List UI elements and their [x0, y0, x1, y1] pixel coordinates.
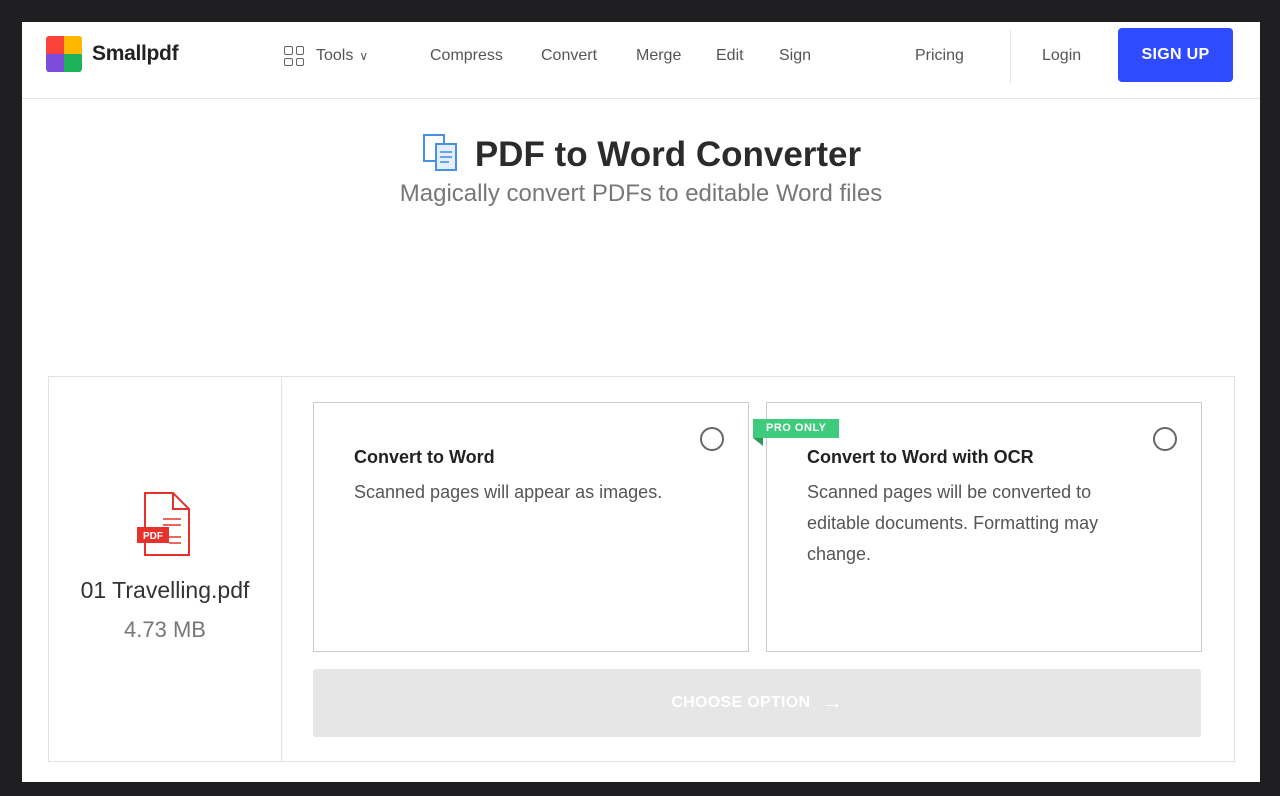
page-heading: PDF to Word Converter: [22, 132, 1260, 177]
option-title: Convert to Word: [354, 447, 495, 467]
brand-name: Smallpdf: [92, 42, 179, 65]
smallpdf-logo-icon: [46, 36, 82, 72]
option-convert-with-ocr[interactable]: PRO ONLY Convert to Word with OCR Scanne…: [753, 402, 1202, 652]
option-description: Scanned pages will be converted to edita…: [807, 482, 1099, 564]
nav-divider: [1010, 30, 1011, 84]
login-label: Login: [1042, 47, 1082, 64]
login-link[interactable]: Login: [1042, 22, 1081, 90]
arrow-right-icon: →: [822, 691, 843, 714]
logo[interactable]: Smallpdf: [46, 36, 179, 72]
nav-label: Sign: [779, 47, 812, 64]
option-convert-to-word[interactable]: Convert to Word Scanned pages will appea…: [313, 402, 749, 652]
top-navigation: Smallpdf Tools ∨ Compress Convert Merge …: [22, 22, 1260, 99]
pdf-file-icon: PDF: [137, 491, 195, 562]
pdf-to-word-icon: [421, 132, 461, 177]
pro-only-badge: PRO ONLY: [753, 419, 840, 446]
nav-link-merge[interactable]: Merge: [636, 22, 681, 90]
radio-button[interactable]: [1153, 427, 1177, 451]
file-name: 01 Travelling.pdf: [80, 577, 250, 603]
conversion-panel: PDF 01 Travelling.pdf 4.73 MB Convert to…: [48, 376, 1235, 762]
nav-link-convert[interactable]: Convert: [541, 22, 597, 90]
radio-button[interactable]: [700, 427, 724, 451]
nav-label: Pricing: [915, 47, 964, 64]
file-preview: PDF 01 Travelling.pdf 4.73 MB: [49, 377, 282, 761]
page-subtitle: Magically convert PDFs to editable Word …: [399, 180, 883, 207]
tools-menu[interactable]: Tools ∨: [284, 22, 368, 90]
nav-link-sign[interactable]: Sign: [779, 22, 811, 90]
choose-option-label: CHOOSE OPTION: [671, 694, 811, 711]
page-title: PDF to Word Converter: [474, 134, 862, 174]
nav-link-pricing[interactable]: Pricing: [915, 22, 964, 90]
nav-label: Edit: [716, 47, 744, 64]
nav-label: Compress: [430, 47, 503, 64]
grid-icon: [284, 46, 304, 66]
tools-label: Tools: [316, 47, 354, 64]
nav-link-compress[interactable]: Compress: [430, 22, 503, 90]
choose-option-button[interactable]: CHOOSE OPTION →: [313, 669, 1201, 737]
option-description: Scanned pages will appear as images.: [354, 482, 663, 502]
file-size: 4.73 MB: [124, 617, 206, 642]
option-title: Convert to Word with OCR: [807, 447, 1034, 467]
pdf-badge-text: PDF: [143, 531, 163, 542]
chevron-down-icon: ∨: [359, 49, 369, 63]
nav-label: Merge: [636, 47, 682, 64]
signup-button[interactable]: SIGN UP: [1118, 28, 1233, 82]
nav-label: Convert: [541, 47, 598, 64]
app-window: Smallpdf Tools ∨ Compress Convert Merge …: [22, 22, 1260, 782]
nav-link-edit[interactable]: Edit: [716, 22, 744, 90]
